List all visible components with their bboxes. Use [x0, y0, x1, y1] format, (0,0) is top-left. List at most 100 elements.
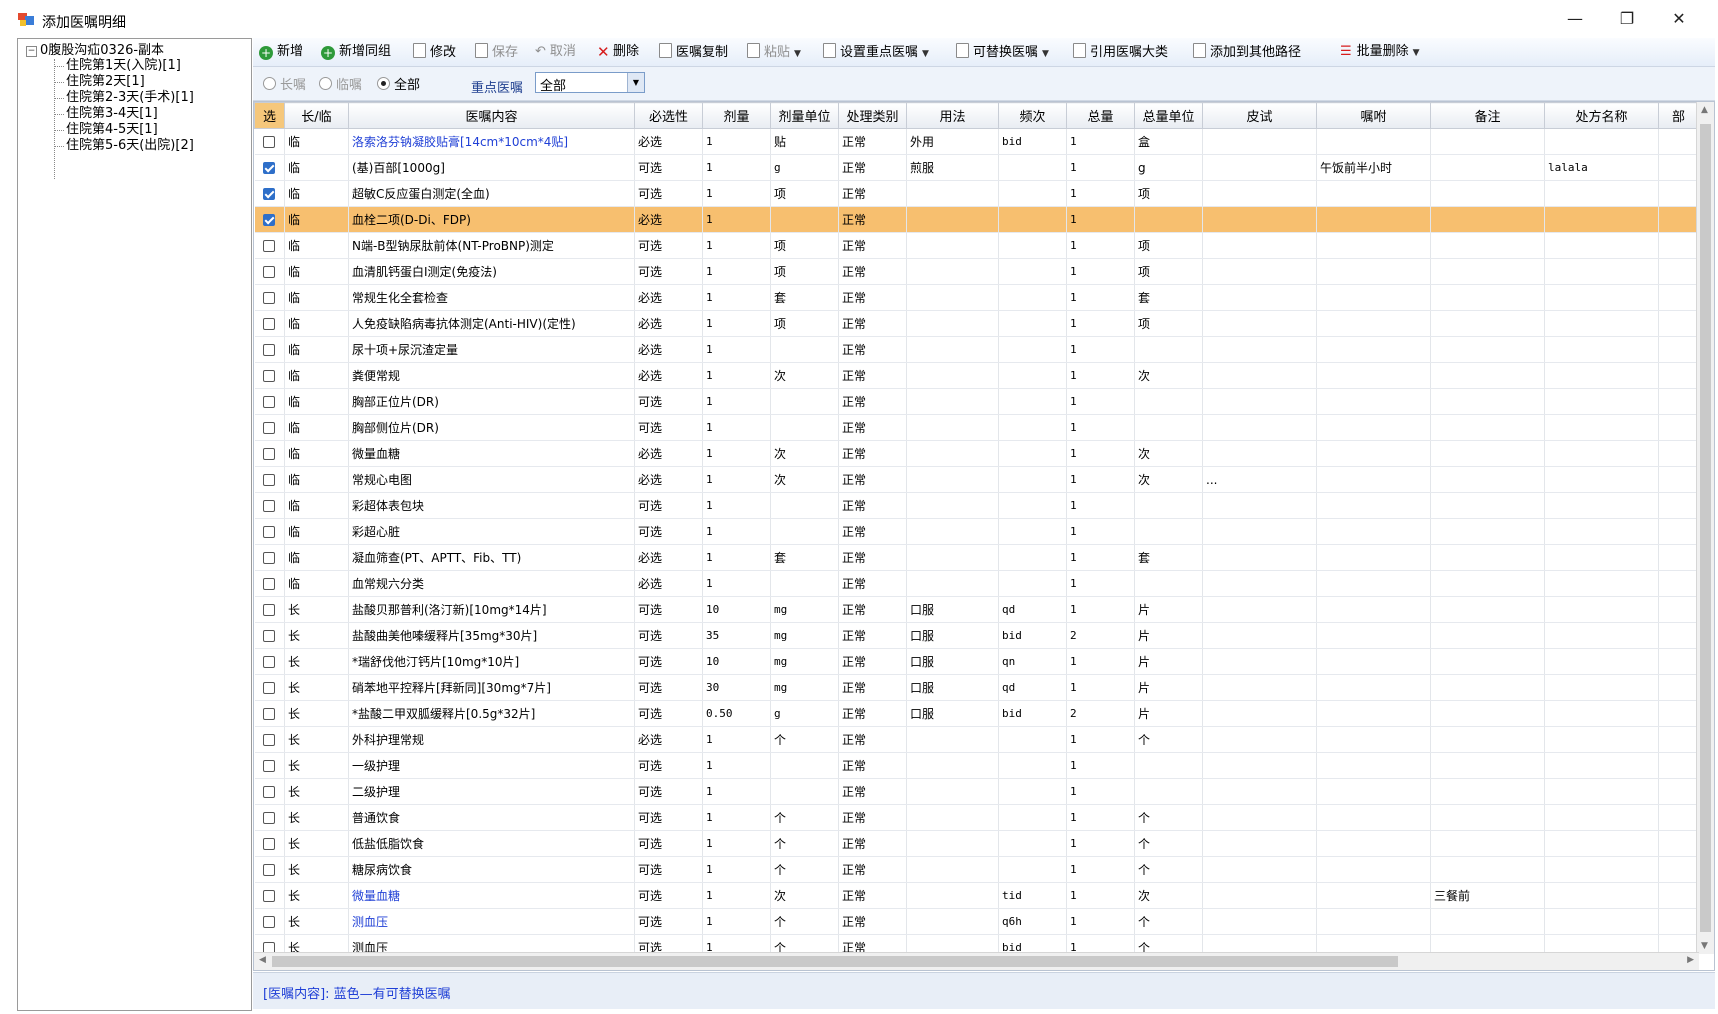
category-cell[interactable]: 正常 [838, 284, 907, 311]
dose-unit-cell[interactable]: 个 [770, 804, 839, 831]
dose-unit-cell[interactable] [770, 206, 839, 233]
dept-cell[interactable] [1658, 518, 1699, 545]
usage-cell[interactable]: 煎服 [906, 154, 999, 181]
frequency-cell[interactable] [998, 258, 1067, 285]
total-unit-cell[interactable] [1134, 518, 1203, 545]
content-cell[interactable]: 凝血筛查(PT、APTT、Fib、TT) [348, 544, 635, 571]
frequency-cell[interactable] [998, 544, 1067, 571]
remark-cell[interactable] [1430, 596, 1545, 623]
remark-cell[interactable] [1430, 830, 1545, 857]
table-row[interactable]: 长测血压 可选 1 个正常 q6h 1 个 [254, 908, 1699, 935]
type-cell[interactable]: 临 [284, 440, 349, 467]
required-cell[interactable]: 可选 [634, 882, 703, 909]
dept-cell[interactable] [1658, 830, 1699, 857]
dose-cell[interactable]: 1 [702, 518, 771, 545]
usage-cell[interactable]: 口服 [906, 648, 999, 675]
rx-name-cell[interactable] [1544, 362, 1659, 389]
rx-name-cell[interactable] [1544, 284, 1659, 311]
instruction-cell[interactable] [1316, 336, 1431, 363]
dose-cell[interactable]: 0.50 [702, 700, 771, 727]
rx-name-cell[interactable] [1544, 882, 1659, 909]
total-unit-cell[interactable] [1134, 206, 1203, 233]
frequency-cell[interactable] [998, 232, 1067, 259]
table-row[interactable]: 临 (基)百部[1000g] 可选 1 g 正常 煎服 1 g 午饭前半小时 lalala [254, 154, 1699, 181]
total-unit-cell[interactable] [1134, 752, 1203, 779]
row-checkbox[interactable] [263, 812, 276, 824]
total-cell[interactable]: 1 [1066, 284, 1135, 311]
category-cell[interactable]: 正常 [838, 726, 907, 753]
frequency-cell[interactable] [998, 440, 1067, 467]
select-cell[interactable] [254, 362, 285, 389]
dose-unit-cell[interactable]: 项 [770, 258, 839, 285]
total-cell[interactable]: 1 [1066, 466, 1135, 493]
content-cell[interactable]: 人免疫缺陷病毒抗体测定(Anti-HIV)(定性) [348, 310, 635, 337]
select-cell[interactable] [254, 154, 285, 181]
required-cell[interactable]: 必选 [634, 466, 703, 493]
category-cell[interactable]: 正常 [838, 804, 907, 831]
skin-test-cell[interactable] [1202, 674, 1317, 701]
dose-cell[interactable]: 1 [702, 440, 771, 467]
category-cell[interactable]: 正常 [838, 440, 907, 467]
total-unit-cell[interactable]: 次 [1134, 362, 1203, 389]
content-cell[interactable]: 低盐低脂饮食 [348, 830, 635, 857]
content-cell[interactable]: 血栓二项(D-Di、FDP) [348, 206, 635, 233]
category-cell[interactable]: 正常 [838, 856, 907, 883]
total-unit-cell[interactable]: 项 [1134, 310, 1203, 337]
rx-name-cell[interactable] [1544, 544, 1659, 571]
long-term-radio[interactable]: 长嘱 [263, 77, 306, 93]
category-cell[interactable]: 正常 [838, 362, 907, 389]
dose-cell[interactable]: 1 [702, 908, 771, 935]
remark-cell[interactable] [1430, 440, 1545, 467]
content-cell[interactable]: 胸部侧位片(DR) [348, 414, 635, 441]
skin-test-cell[interactable] [1202, 310, 1317, 337]
usage-cell[interactable] [906, 830, 999, 857]
type-cell[interactable]: 临 [284, 492, 349, 519]
frequency-cell[interactable]: qd [998, 674, 1067, 701]
skin-test-cell[interactable] [1202, 700, 1317, 727]
total-cell[interactable]: 1 [1066, 440, 1135, 467]
instruction-cell[interactable] [1316, 908, 1431, 935]
col-remark-header[interactable]: 备注 [1430, 102, 1545, 129]
required-cell[interactable]: 可选 [634, 804, 703, 831]
dose-cell[interactable]: 1 [702, 206, 771, 233]
col-dept-header[interactable]: 部 [1658, 102, 1699, 129]
focus-order-select[interactable]: 全部 ▼ [535, 72, 645, 94]
total-unit-cell[interactable] [1134, 492, 1203, 519]
add-button[interactable]: + 新增 [259, 43, 303, 61]
total-cell[interactable]: 1 [1066, 882, 1135, 909]
type-cell[interactable]: 长 [284, 882, 349, 909]
select-cell[interactable] [254, 128, 285, 155]
horizontal-scrollbar[interactable]: ◀ ▶ [254, 952, 1699, 970]
dose-cell[interactable]: 1 [702, 466, 771, 493]
total-cell[interactable]: 1 [1066, 648, 1135, 675]
content-cell[interactable]: 超敏C反应蛋白测定(全血) [348, 180, 635, 207]
frequency-cell[interactable] [998, 336, 1067, 363]
col-dose-unit-header[interactable]: 剂量单位 [770, 102, 839, 129]
frequency-cell[interactable] [998, 570, 1067, 597]
total-unit-cell[interactable]: 个 [1134, 908, 1203, 935]
required-cell[interactable]: 必选 [634, 440, 703, 467]
skin-test-cell[interactable] [1202, 752, 1317, 779]
remark-cell[interactable] [1430, 388, 1545, 415]
row-checkbox[interactable] [263, 448, 276, 460]
rx-name-cell[interactable] [1544, 388, 1659, 415]
paste-dropdown-icon[interactable]: ▼ [794, 49, 801, 59]
select-cell[interactable] [254, 752, 285, 779]
col-dose-header[interactable]: 剂量 [702, 102, 771, 129]
dose-unit-cell[interactable]: 项 [770, 232, 839, 259]
select-cell[interactable] [254, 570, 285, 597]
usage-cell[interactable]: 外用 [906, 128, 999, 155]
usage-cell[interactable] [906, 284, 999, 311]
category-cell[interactable]: 正常 [838, 882, 907, 909]
dose-cell[interactable]: 1 [702, 726, 771, 753]
total-cell[interactable]: 1 [1066, 414, 1135, 441]
table-row[interactable]: 长外科护理常规 必选 1 个正常 1 个 [254, 726, 1699, 753]
content-cell[interactable]: 彩超心脏 [348, 518, 635, 545]
total-cell[interactable]: 1 [1066, 778, 1135, 805]
rx-name-cell[interactable] [1544, 622, 1659, 649]
total-unit-cell[interactable]: 盒 [1134, 128, 1203, 155]
remark-cell[interactable] [1430, 856, 1545, 883]
row-checkbox[interactable] [263, 916, 276, 928]
instruction-cell[interactable] [1316, 778, 1431, 805]
usage-cell[interactable]: 口服 [906, 674, 999, 701]
